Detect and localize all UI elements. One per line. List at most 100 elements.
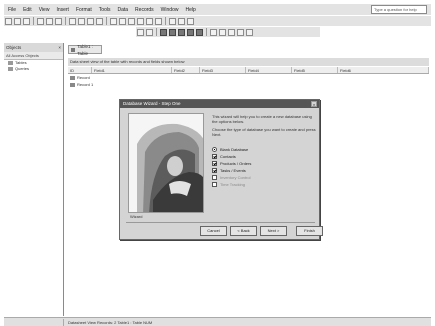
menu-file[interactable]: File bbox=[8, 7, 16, 13]
option-inventory-control[interactable]: Inventory Control bbox=[212, 174, 251, 181]
effect-icon[interactable] bbox=[246, 28, 253, 36]
fill-color-icon[interactable] bbox=[210, 28, 217, 36]
checkbox[interactable] bbox=[212, 175, 217, 180]
toolbar-separator bbox=[65, 17, 66, 25]
menu-format[interactable]: Format bbox=[76, 7, 92, 13]
column-header[interactable]: Field5 bbox=[292, 67, 338, 73]
toolbar-separator bbox=[165, 17, 166, 25]
column-header[interactable]: Field2 bbox=[172, 67, 200, 73]
document-tab[interactable]: Table1 : Table bbox=[68, 43, 102, 56]
toolbar-separator bbox=[33, 17, 34, 25]
status-bar: Datasheet View Records: 2 Table1 : Table… bbox=[4, 317, 431, 326]
standard-toolbar bbox=[4, 16, 431, 26]
help-search-input[interactable]: Type a question for help bbox=[371, 5, 427, 14]
print-icon[interactable] bbox=[37, 17, 44, 25]
new-object-icon[interactable] bbox=[178, 17, 185, 25]
row-selector-icon bbox=[70, 76, 75, 80]
new-icon[interactable] bbox=[5, 17, 12, 25]
table-icon bbox=[71, 47, 76, 52]
database-window-icon[interactable] bbox=[169, 17, 176, 25]
preview-icon[interactable] bbox=[46, 17, 53, 25]
cut-icon[interactable] bbox=[69, 17, 76, 25]
finish-button[interactable]: Finish bbox=[296, 226, 323, 236]
table-cell: Record 1 bbox=[77, 82, 94, 87]
menu-insert[interactable]: Insert bbox=[56, 7, 69, 13]
size-icon[interactable] bbox=[146, 28, 153, 36]
help-icon[interactable] bbox=[187, 17, 194, 25]
column-header[interactable]: Field1 bbox=[92, 67, 172, 73]
query-icon bbox=[8, 67, 13, 71]
close-icon[interactable]: × bbox=[58, 43, 61, 52]
filter-icon[interactable] bbox=[128, 17, 135, 25]
option-label: Inventory Control bbox=[220, 175, 251, 180]
save-icon[interactable] bbox=[23, 17, 30, 25]
sort-desc-icon[interactable] bbox=[119, 17, 126, 25]
menu-help[interactable]: Help bbox=[185, 7, 195, 13]
menu-data[interactable]: Data bbox=[117, 7, 128, 13]
italic-icon[interactable] bbox=[169, 28, 176, 36]
open-icon[interactable] bbox=[14, 17, 21, 25]
font-color-icon[interactable] bbox=[219, 28, 226, 36]
copy-icon[interactable] bbox=[78, 17, 85, 25]
align-left-icon[interactable] bbox=[187, 28, 194, 36]
navigation-pane-title: Objects bbox=[6, 45, 22, 50]
bold-icon[interactable] bbox=[160, 28, 167, 36]
checkbox[interactable] bbox=[212, 182, 217, 187]
line-color-icon[interactable] bbox=[228, 28, 235, 36]
option-tasks-events[interactable]: Tasks / Events bbox=[212, 167, 251, 174]
table-row[interactable]: Record bbox=[70, 75, 90, 81]
menu-view[interactable]: View bbox=[39, 7, 50, 13]
option-products-orders[interactable]: Products / Orders bbox=[212, 160, 251, 167]
column-header[interactable]: Field4 bbox=[246, 67, 292, 73]
dialog-title-bar[interactable]: Database Wizard - Step One × bbox=[120, 100, 319, 108]
cancel-button[interactable]: Cancel bbox=[200, 226, 227, 236]
status-text: Datasheet View Records: 2 Table1 : Table… bbox=[68, 319, 153, 325]
tree-item-queries[interactable]: Queries bbox=[4, 66, 63, 72]
dialog-button-row: Cancel < Back Next > Finish bbox=[200, 226, 326, 236]
illustration-caption: Wizard bbox=[130, 214, 143, 219]
tree-item-label: Queries bbox=[15, 66, 30, 71]
option-label: Time Tracking bbox=[220, 182, 245, 187]
undo-icon[interactable] bbox=[96, 17, 103, 25]
radio-button[interactable] bbox=[212, 147, 217, 152]
new-record-icon[interactable] bbox=[146, 17, 153, 25]
column-header-row: ID Field1 Field2 Field3 Field4 Field5 Fi… bbox=[68, 67, 429, 74]
underline-icon[interactable] bbox=[178, 28, 185, 36]
back-button[interactable]: < Back bbox=[230, 226, 257, 236]
menu-tools[interactable]: Tools bbox=[99, 7, 111, 13]
option-time-tracking[interactable]: Time Tracking bbox=[212, 181, 251, 188]
column-header[interactable]: ID bbox=[68, 67, 92, 73]
table-row[interactable]: Record 1 bbox=[70, 82, 93, 88]
toolbar-separator bbox=[156, 28, 157, 36]
sort-asc-icon[interactable] bbox=[110, 17, 117, 25]
next-button[interactable]: Next > bbox=[260, 226, 287, 236]
close-icon[interactable]: × bbox=[311, 101, 317, 107]
option-blank-database[interactable]: Blank Database bbox=[212, 146, 251, 153]
font-icon[interactable] bbox=[137, 28, 144, 36]
spell-icon[interactable] bbox=[55, 17, 62, 25]
menu-window[interactable]: Window bbox=[161, 7, 179, 13]
table-icon bbox=[8, 61, 13, 65]
column-header[interactable]: Field6 bbox=[338, 67, 429, 73]
menu-records[interactable]: Records bbox=[135, 7, 154, 13]
wizard-dialog: Database Wizard - Step One × Wizard This… bbox=[119, 99, 323, 240]
menu-edit[interactable]: Edit bbox=[23, 7, 32, 13]
column-header[interactable]: Field3 bbox=[200, 67, 246, 73]
option-label: Tasks / Events bbox=[220, 168, 246, 173]
toolbar-separator bbox=[206, 28, 207, 36]
checkbox[interactable] bbox=[212, 168, 217, 173]
delete-record-icon[interactable] bbox=[155, 17, 162, 25]
checkbox[interactable] bbox=[212, 161, 217, 166]
document-tab-label: Table1 : Table bbox=[77, 43, 94, 56]
description-bar: Data sheet view of the table with record… bbox=[68, 58, 429, 66]
gridlines-icon[interactable] bbox=[237, 28, 244, 36]
align-center-icon[interactable] bbox=[196, 28, 203, 36]
status-panel bbox=[4, 318, 64, 326]
paste-icon[interactable] bbox=[87, 17, 94, 25]
navigation-pane-group[interactable]: All Access Objects bbox=[4, 52, 63, 60]
option-contacts[interactable]: Contacts bbox=[212, 153, 251, 160]
find-icon[interactable] bbox=[137, 17, 144, 25]
checkbox[interactable] bbox=[212, 154, 217, 159]
navigation-pane-header: Objects × bbox=[4, 43, 63, 52]
dialog-title: Database Wizard - Step One bbox=[123, 101, 181, 106]
